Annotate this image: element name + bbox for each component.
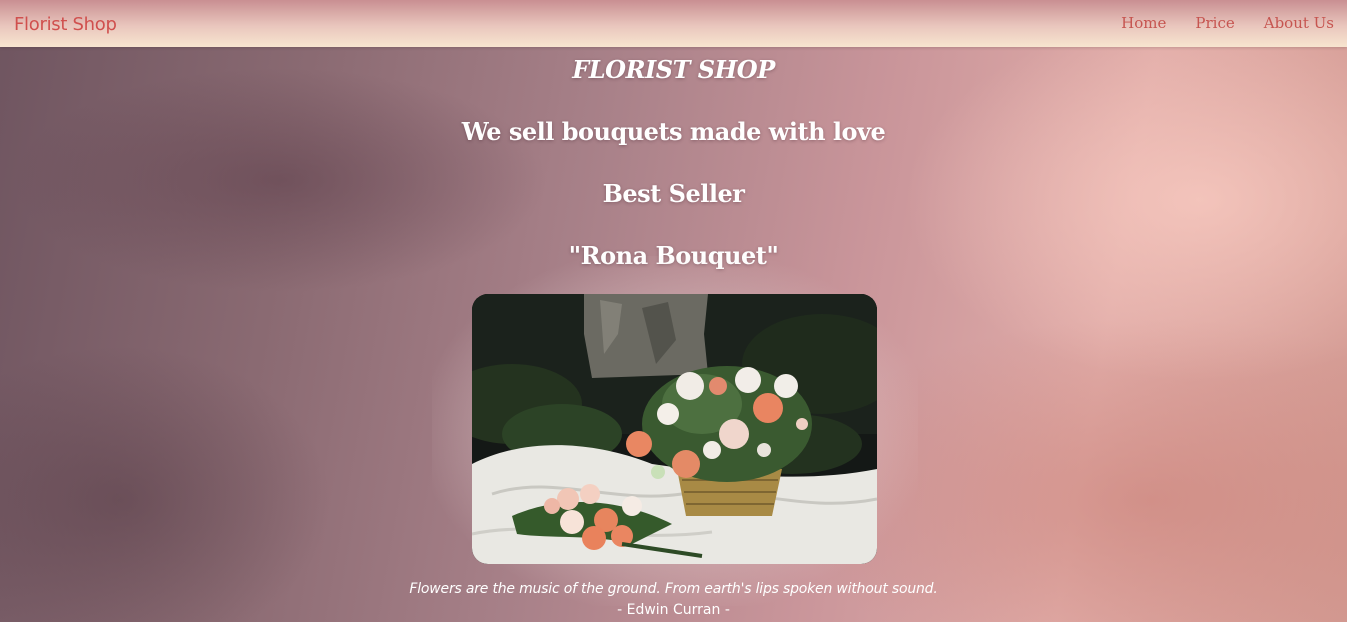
best-seller-heading: Best Seller: [602, 179, 745, 208]
hero-tagline: We sell bouquets made with love: [461, 117, 886, 146]
nav-link-home[interactable]: Home: [1121, 14, 1166, 32]
navbar: Florist Shop Home Price About Us: [0, 0, 1347, 47]
hero-title: FLORIST SHOP: [572, 55, 775, 84]
bouquet-photo: [472, 294, 877, 564]
nav-links: Home Price About Us: [1092, 14, 1334, 32]
brand-logo-link[interactable]: Florist Shop: [14, 14, 117, 35]
quote-text: Flowers are the music of the ground. Fro…: [409, 581, 938, 597]
quote-author: - Edwin Curran -: [617, 602, 730, 618]
nav-link-price[interactable]: Price: [1195, 14, 1234, 32]
nav-link-about-us[interactable]: About Us: [1264, 14, 1334, 32]
